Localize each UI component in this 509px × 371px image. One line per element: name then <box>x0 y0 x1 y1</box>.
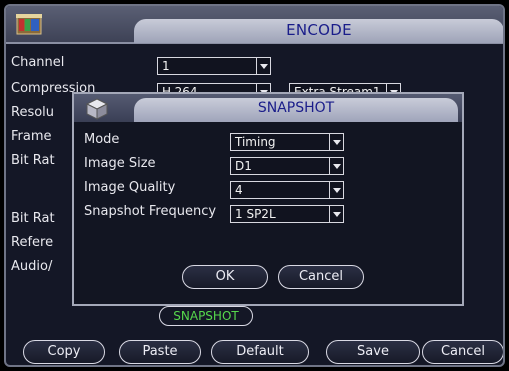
encode-window: ENCODE Channel Compression Resolu Frame … <box>4 4 505 367</box>
image-size-value: D1 <box>235 159 252 173</box>
window-title: ENCODE <box>286 21 352 39</box>
save-button[interactable]: Save <box>326 340 420 364</box>
image-quality-value: 4 <box>235 183 243 197</box>
mode-select[interactable]: Timing <box>230 133 344 151</box>
dialog-label-mode: Mode <box>84 132 120 147</box>
ok-button[interactable]: OK <box>182 265 268 289</box>
paste-button[interactable]: Paste <box>119 340 201 364</box>
channel-value: 1 <box>162 59 170 73</box>
label-resolution: Resolu <box>11 105 55 120</box>
label-channel: Channel <box>11 55 65 70</box>
chevron-down-icon <box>329 158 343 174</box>
dialog-cancel-button[interactable]: Cancel <box>278 265 364 289</box>
dialog-label-image-quality: Image Quality <box>84 180 176 195</box>
label-frame-rate: Frame <box>11 129 52 144</box>
window-titlebar: ENCODE <box>6 6 503 44</box>
chevron-down-icon <box>256 58 270 74</box>
app-window-icon <box>16 14 42 35</box>
dialog-titlebar: SNAPSHOT <box>74 94 462 122</box>
chevron-down-icon <box>329 206 343 222</box>
chevron-down-icon <box>329 182 343 198</box>
snapshot-frequency-value: 1 SP2L <box>235 207 276 221</box>
label-audio-video: Audio/ <box>11 259 53 274</box>
snapshot-button[interactable]: SNAPSHOT <box>159 306 253 326</box>
cube-icon <box>85 98 109 120</box>
dialog-title: SNAPSHOT <box>257 100 335 116</box>
channel-select[interactable]: 1 <box>157 57 271 75</box>
snapshot-dialog: SNAPSHOT Mode Image Size Image Quality S… <box>72 92 464 306</box>
label-reference: Refere <box>11 235 54 250</box>
label-bit-rate-type: Bit Rat <box>11 153 55 168</box>
chevron-down-icon <box>329 134 343 150</box>
image-quality-select[interactable]: 4 <box>230 181 344 199</box>
default-button[interactable]: Default <box>211 340 309 364</box>
label-bit-rate: Bit Rat <box>11 211 55 226</box>
mode-value: Timing <box>235 135 276 149</box>
image-size-select[interactable]: D1 <box>230 157 344 175</box>
copy-button[interactable]: Copy <box>23 340 105 364</box>
dialog-label-image-size: Image Size <box>84 156 156 171</box>
dialog-label-snapshot-frequency: Snapshot Frequency <box>84 204 217 219</box>
cancel-button[interactable]: Cancel <box>422 340 503 364</box>
snapshot-frequency-select[interactable]: 1 SP2L <box>230 205 344 223</box>
